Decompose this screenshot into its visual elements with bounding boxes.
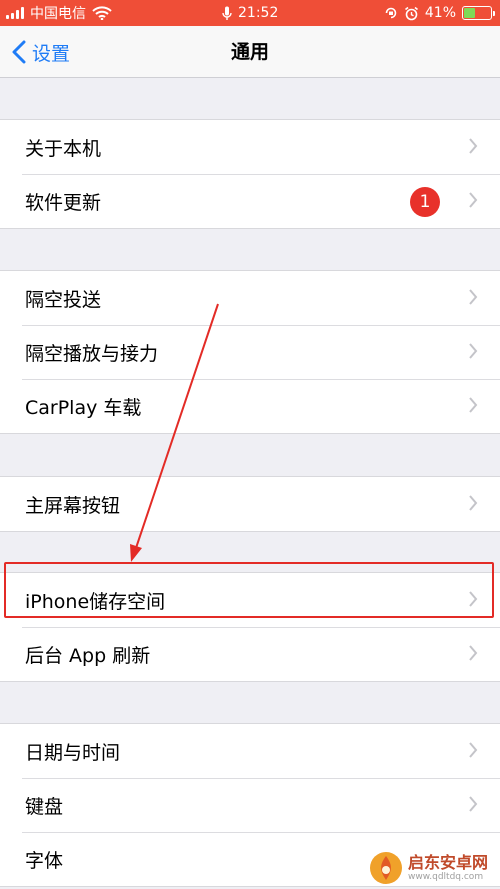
- chevron-right-icon: [469, 591, 478, 607]
- row-label: 主屏幕按钮: [25, 494, 121, 517]
- row-label: 软件更新: [25, 191, 102, 214]
- carrier-label: 中国电信: [30, 6, 86, 22]
- wifi-icon: [92, 6, 112, 20]
- row-label: iPhone储存空间: [25, 590, 166, 613]
- chevron-right-icon: [469, 343, 478, 359]
- home-button-row[interactable]: 主屏幕按钮: [0, 477, 500, 531]
- carplay-row[interactable]: CarPlay 车载: [0, 379, 500, 433]
- alarm-icon: [404, 6, 418, 20]
- chevron-right-icon: [469, 289, 478, 305]
- settings-group-storage: iPhone储存空间 后台 App 刷新: [0, 572, 500, 682]
- background-app-refresh-row[interactable]: 后台 App 刷新: [0, 627, 500, 681]
- time-label: 21:52: [238, 5, 279, 21]
- software-update-row[interactable]: 软件更新 1: [0, 174, 500, 228]
- chevron-right-icon: [469, 645, 478, 661]
- row-label: 隔空投送: [25, 288, 102, 311]
- row-label: 键盘: [25, 795, 64, 818]
- chevron-right-icon: [469, 495, 478, 511]
- chevron-right-icon: [469, 742, 478, 758]
- page-title: 通用: [230, 41, 269, 63]
- chevron-right-icon: [469, 796, 478, 812]
- row-label: 日期与时间: [25, 741, 121, 764]
- navigation-bar: 设置 通用: [0, 26, 500, 78]
- settings-group-about: 关于本机 软件更新 1: [0, 119, 500, 229]
- keyboard-row[interactable]: 键盘: [0, 778, 500, 832]
- row-label: CarPlay 车载: [25, 396, 142, 419]
- signal-icon: [6, 7, 24, 19]
- logo-icon: [370, 852, 402, 884]
- rotation-lock-icon: [385, 7, 397, 19]
- date-time-row[interactable]: 日期与时间: [0, 724, 500, 778]
- chevron-right-icon: [469, 192, 478, 208]
- airplay-handoff-row[interactable]: 隔空播放与接力: [0, 325, 500, 379]
- status-left: 中国电信: [6, 0, 112, 26]
- status-bar: 中国电信 21:52 41%: [0, 0, 500, 26]
- watermark-url: www.qdltdq.com: [408, 871, 484, 882]
- iphone-storage-row[interactable]: iPhone储存空间: [0, 573, 500, 627]
- chevron-right-icon: [469, 138, 478, 154]
- notification-badge: 1: [410, 187, 440, 217]
- settings-group-home-button: 主屏幕按钮: [0, 476, 500, 532]
- row-label: 后台 App 刷新: [25, 644, 151, 667]
- watermark-title: 启东安卓网: [408, 852, 489, 872]
- status-right: 41%: [384, 0, 495, 26]
- about-row[interactable]: 关于本机: [0, 120, 500, 174]
- microphone-icon: [222, 6, 232, 20]
- battery-percent: 41%: [424, 5, 456, 21]
- battery-icon: [462, 6, 495, 20]
- chevron-right-icon: [469, 397, 478, 413]
- watermark-logo: 启东安卓网 www.qdltdq.com: [368, 848, 500, 888]
- row-label: 关于本机: [25, 137, 102, 160]
- settings-group-airdrop: 隔空投送 隔空播放与接力 CarPlay 车载: [0, 270, 500, 434]
- row-label: 隔空播放与接力: [25, 342, 159, 365]
- row-label: 字体: [25, 849, 64, 872]
- airdrop-row[interactable]: 隔空投送: [0, 271, 500, 325]
- status-center: 21:52: [222, 0, 278, 26]
